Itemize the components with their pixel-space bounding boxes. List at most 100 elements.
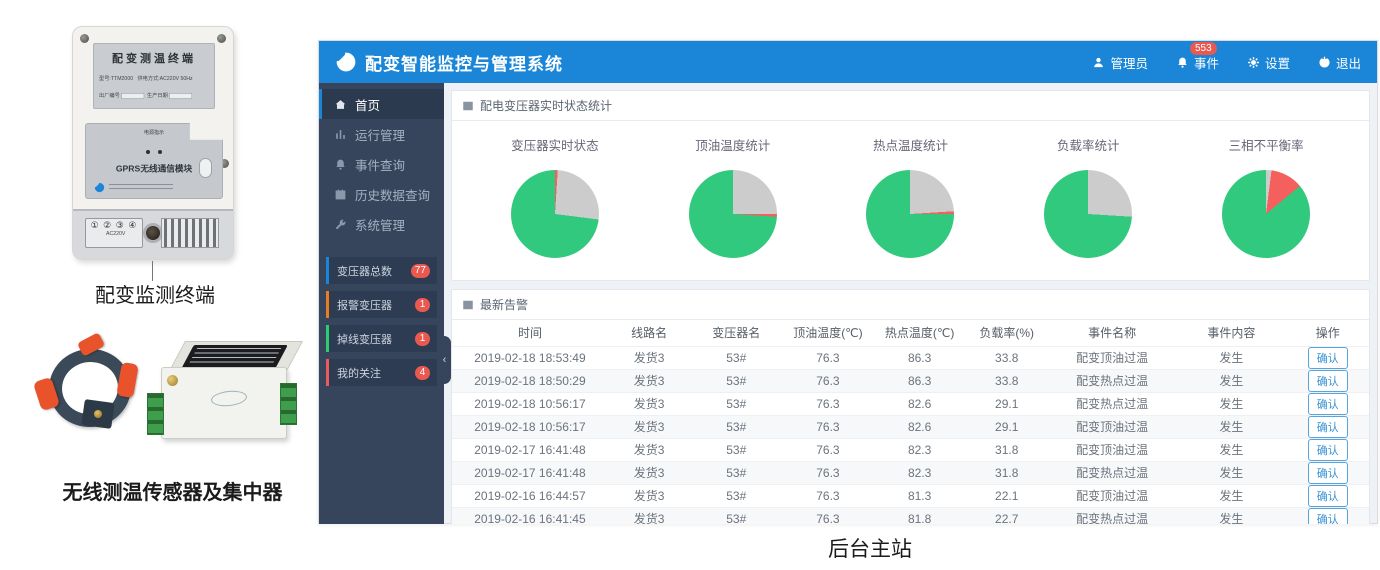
power-led-icon bbox=[86, 141, 222, 159]
alarm-panel-title: 最新告警 bbox=[480, 296, 528, 313]
screw-icon bbox=[80, 34, 89, 43]
alarm-cell: 53# bbox=[690, 415, 782, 438]
stat-label: 报警变压器 bbox=[337, 297, 392, 313]
pie-chart-title: 三相不平衡率 bbox=[1229, 135, 1304, 154]
sidebar-item-home[interactable]: 首页 bbox=[319, 89, 444, 119]
alarm-panel: 最新告警 时间线路名变压器名顶油温度(℃)热点温度(℃)负载率(%)事件名称事件… bbox=[451, 289, 1370, 524]
alarm-cell: 发货3 bbox=[608, 369, 691, 392]
events-count-badge: 553 bbox=[1190, 42, 1217, 55]
stat-label: 掉线变压器 bbox=[337, 331, 392, 347]
app-title: 配变智能监控与管理系统 bbox=[365, 50, 563, 75]
alarm-action-cell: 确认 bbox=[1286, 346, 1369, 369]
events-menu-item[interactable]: 553 事件 bbox=[1176, 53, 1219, 72]
alarm-cell: 76.3 bbox=[782, 507, 874, 524]
logout-menu-item[interactable]: 退出 bbox=[1318, 53, 1361, 72]
sensor-photo bbox=[35, 335, 315, 473]
sidebar-item-calendar[interactable]: 历史数据查询 bbox=[319, 179, 444, 209]
pie-chart bbox=[689, 170, 777, 258]
alarm-cell: 2019-02-18 10:56:17 bbox=[452, 415, 608, 438]
pie-chart bbox=[866, 170, 954, 258]
alarm-cell: 82.3 bbox=[874, 438, 966, 461]
grid-icon bbox=[462, 100, 474, 112]
alarm-cell: 29.1 bbox=[965, 415, 1048, 438]
caption-connector-line bbox=[152, 261, 153, 281]
alarm-cell: 发生 bbox=[1176, 484, 1286, 507]
terminal-block-area: ① ② ③ ④ AC220V bbox=[73, 209, 233, 259]
device-spec-line: 出厂编号 生产日期 bbox=[99, 91, 208, 99]
alarm-cell: 配变热点过温 bbox=[1048, 461, 1176, 484]
pie-chart bbox=[1222, 170, 1310, 258]
column-header: 热点温度(℃) bbox=[874, 320, 966, 346]
alarm-cell: 53# bbox=[690, 438, 782, 461]
sidebar-stat-item[interactable]: 掉线变压器 1 bbox=[326, 325, 437, 352]
alarm-table-row: 2019-02-17 16:41:48发货353#76.382.331.8配变热… bbox=[452, 461, 1369, 484]
alarm-cell: 发货3 bbox=[608, 346, 691, 369]
alarm-action-cell: 确认 bbox=[1286, 415, 1369, 438]
alarm-cell: 配变顶油过温 bbox=[1048, 346, 1176, 369]
alarm-cell: 53# bbox=[690, 346, 782, 369]
alarm-cell: 76.3 bbox=[782, 346, 874, 369]
terminal-caption: 配变监测终端 bbox=[55, 279, 255, 308]
confirm-button[interactable]: 确认 bbox=[1308, 370, 1348, 392]
sidebar-item-label: 首页 bbox=[355, 95, 380, 114]
stat-label: 变压器总数 bbox=[337, 263, 392, 279]
alarm-cell: 22.7 bbox=[965, 507, 1048, 524]
sidebar-item-wrench[interactable]: 系统管理 bbox=[319, 209, 444, 239]
alarm-table-header-row: 时间线路名变压器名顶油温度(℃)热点温度(℃)负载率(%)事件名称事件内容操作 bbox=[452, 320, 1369, 346]
confirm-button[interactable]: 确认 bbox=[1308, 347, 1348, 369]
terminal-block bbox=[280, 383, 297, 425]
app-window: 配变智能监控与管理系统 管理员 553 事件 设置 退出 bbox=[318, 40, 1378, 524]
confirm-button[interactable]: 确认 bbox=[1308, 439, 1348, 461]
alarm-cell: 31.8 bbox=[965, 438, 1048, 461]
device-title-label: 配变测温终端 bbox=[99, 50, 209, 66]
alarm-cell: 82.6 bbox=[874, 392, 966, 415]
alarm-table-row: 2019-02-16 16:44:57发货353#76.381.322.1配变顶… bbox=[452, 484, 1369, 507]
alarm-cell: 2019-02-18 18:50:29 bbox=[452, 369, 608, 392]
alarm-cell: 53# bbox=[690, 461, 782, 484]
sidebar-stat-item[interactable]: 变压器总数 77 bbox=[326, 257, 437, 284]
alarm-cell: 86.3 bbox=[874, 369, 966, 392]
terminal-numbers-plate: ① ② ③ ④ AC220V bbox=[85, 218, 143, 248]
pie-chart-card: 负载率统计 bbox=[999, 135, 1177, 258]
alarm-action-cell: 确认 bbox=[1286, 461, 1369, 484]
alarm-cell: 发货3 bbox=[608, 415, 691, 438]
stat-label: 我的关注 bbox=[337, 365, 381, 381]
alarm-cell: 82.6 bbox=[874, 415, 966, 438]
alarm-cell: 33.8 bbox=[965, 346, 1048, 369]
events-label: 事件 bbox=[1194, 53, 1219, 72]
sidebar: 首页 运行管理 事件查询 历史数据查询 系统管理 变压器总数 77 报警变压器 … bbox=[319, 83, 444, 524]
page: 配变测温终端 型号:TTM2000 供电方式:AC220V 50Hz 出厂编号 … bbox=[0, 0, 1380, 570]
sidebar-stat-item[interactable]: 报警变压器 1 bbox=[326, 291, 437, 318]
alarm-cell: 76.3 bbox=[782, 461, 874, 484]
sidebar-menu: 首页 运行管理 事件查询 历史数据查询 系统管理 bbox=[319, 89, 444, 239]
screw-icon bbox=[217, 34, 226, 43]
settings-menu-item[interactable]: 设置 bbox=[1247, 53, 1290, 72]
confirm-button[interactable]: 确认 bbox=[1308, 508, 1348, 524]
sidebar-stat-item[interactable]: 我的关注 4 bbox=[326, 359, 437, 386]
alarm-cell: 2019-02-16 16:44:57 bbox=[452, 484, 608, 507]
bell-icon bbox=[334, 158, 347, 171]
alarm-cell: 53# bbox=[690, 507, 782, 524]
temperature-sensor bbox=[81, 399, 114, 429]
alarm-cell: 82.3 bbox=[874, 461, 966, 484]
alarm-cell: 发货3 bbox=[608, 438, 691, 461]
confirm-button[interactable]: 确认 bbox=[1308, 462, 1348, 484]
confirm-button[interactable]: 确认 bbox=[1308, 393, 1348, 415]
pie-chart-card: 变压器实时状态 bbox=[466, 135, 644, 258]
alarm-cell: 配变热点过温 bbox=[1048, 392, 1176, 415]
alarm-cell: 81.8 bbox=[874, 507, 966, 524]
module-button bbox=[199, 158, 212, 178]
confirm-button[interactable]: 确认 bbox=[1308, 485, 1348, 507]
user-menu-item[interactable]: 管理员 bbox=[1092, 53, 1148, 72]
sidebar-item-chart[interactable]: 运行管理 bbox=[319, 119, 444, 149]
sidebar-item-bell[interactable]: 事件查询 bbox=[319, 149, 444, 179]
alarm-cell: 31.8 bbox=[965, 461, 1048, 484]
alarm-action-cell: 确认 bbox=[1286, 484, 1369, 507]
device-nameplate: 配变测温终端 型号:TTM2000 供电方式:AC220V 50Hz 出厂编号 … bbox=[93, 43, 215, 109]
alarm-cell: 配变顶油过温 bbox=[1048, 415, 1176, 438]
chart-icon bbox=[334, 128, 347, 141]
sidebar-collapse-handle[interactable] bbox=[438, 336, 451, 384]
confirm-button[interactable]: 确认 bbox=[1308, 416, 1348, 438]
swirl-logo-icon bbox=[94, 182, 105, 193]
gear-icon bbox=[1247, 56, 1260, 69]
